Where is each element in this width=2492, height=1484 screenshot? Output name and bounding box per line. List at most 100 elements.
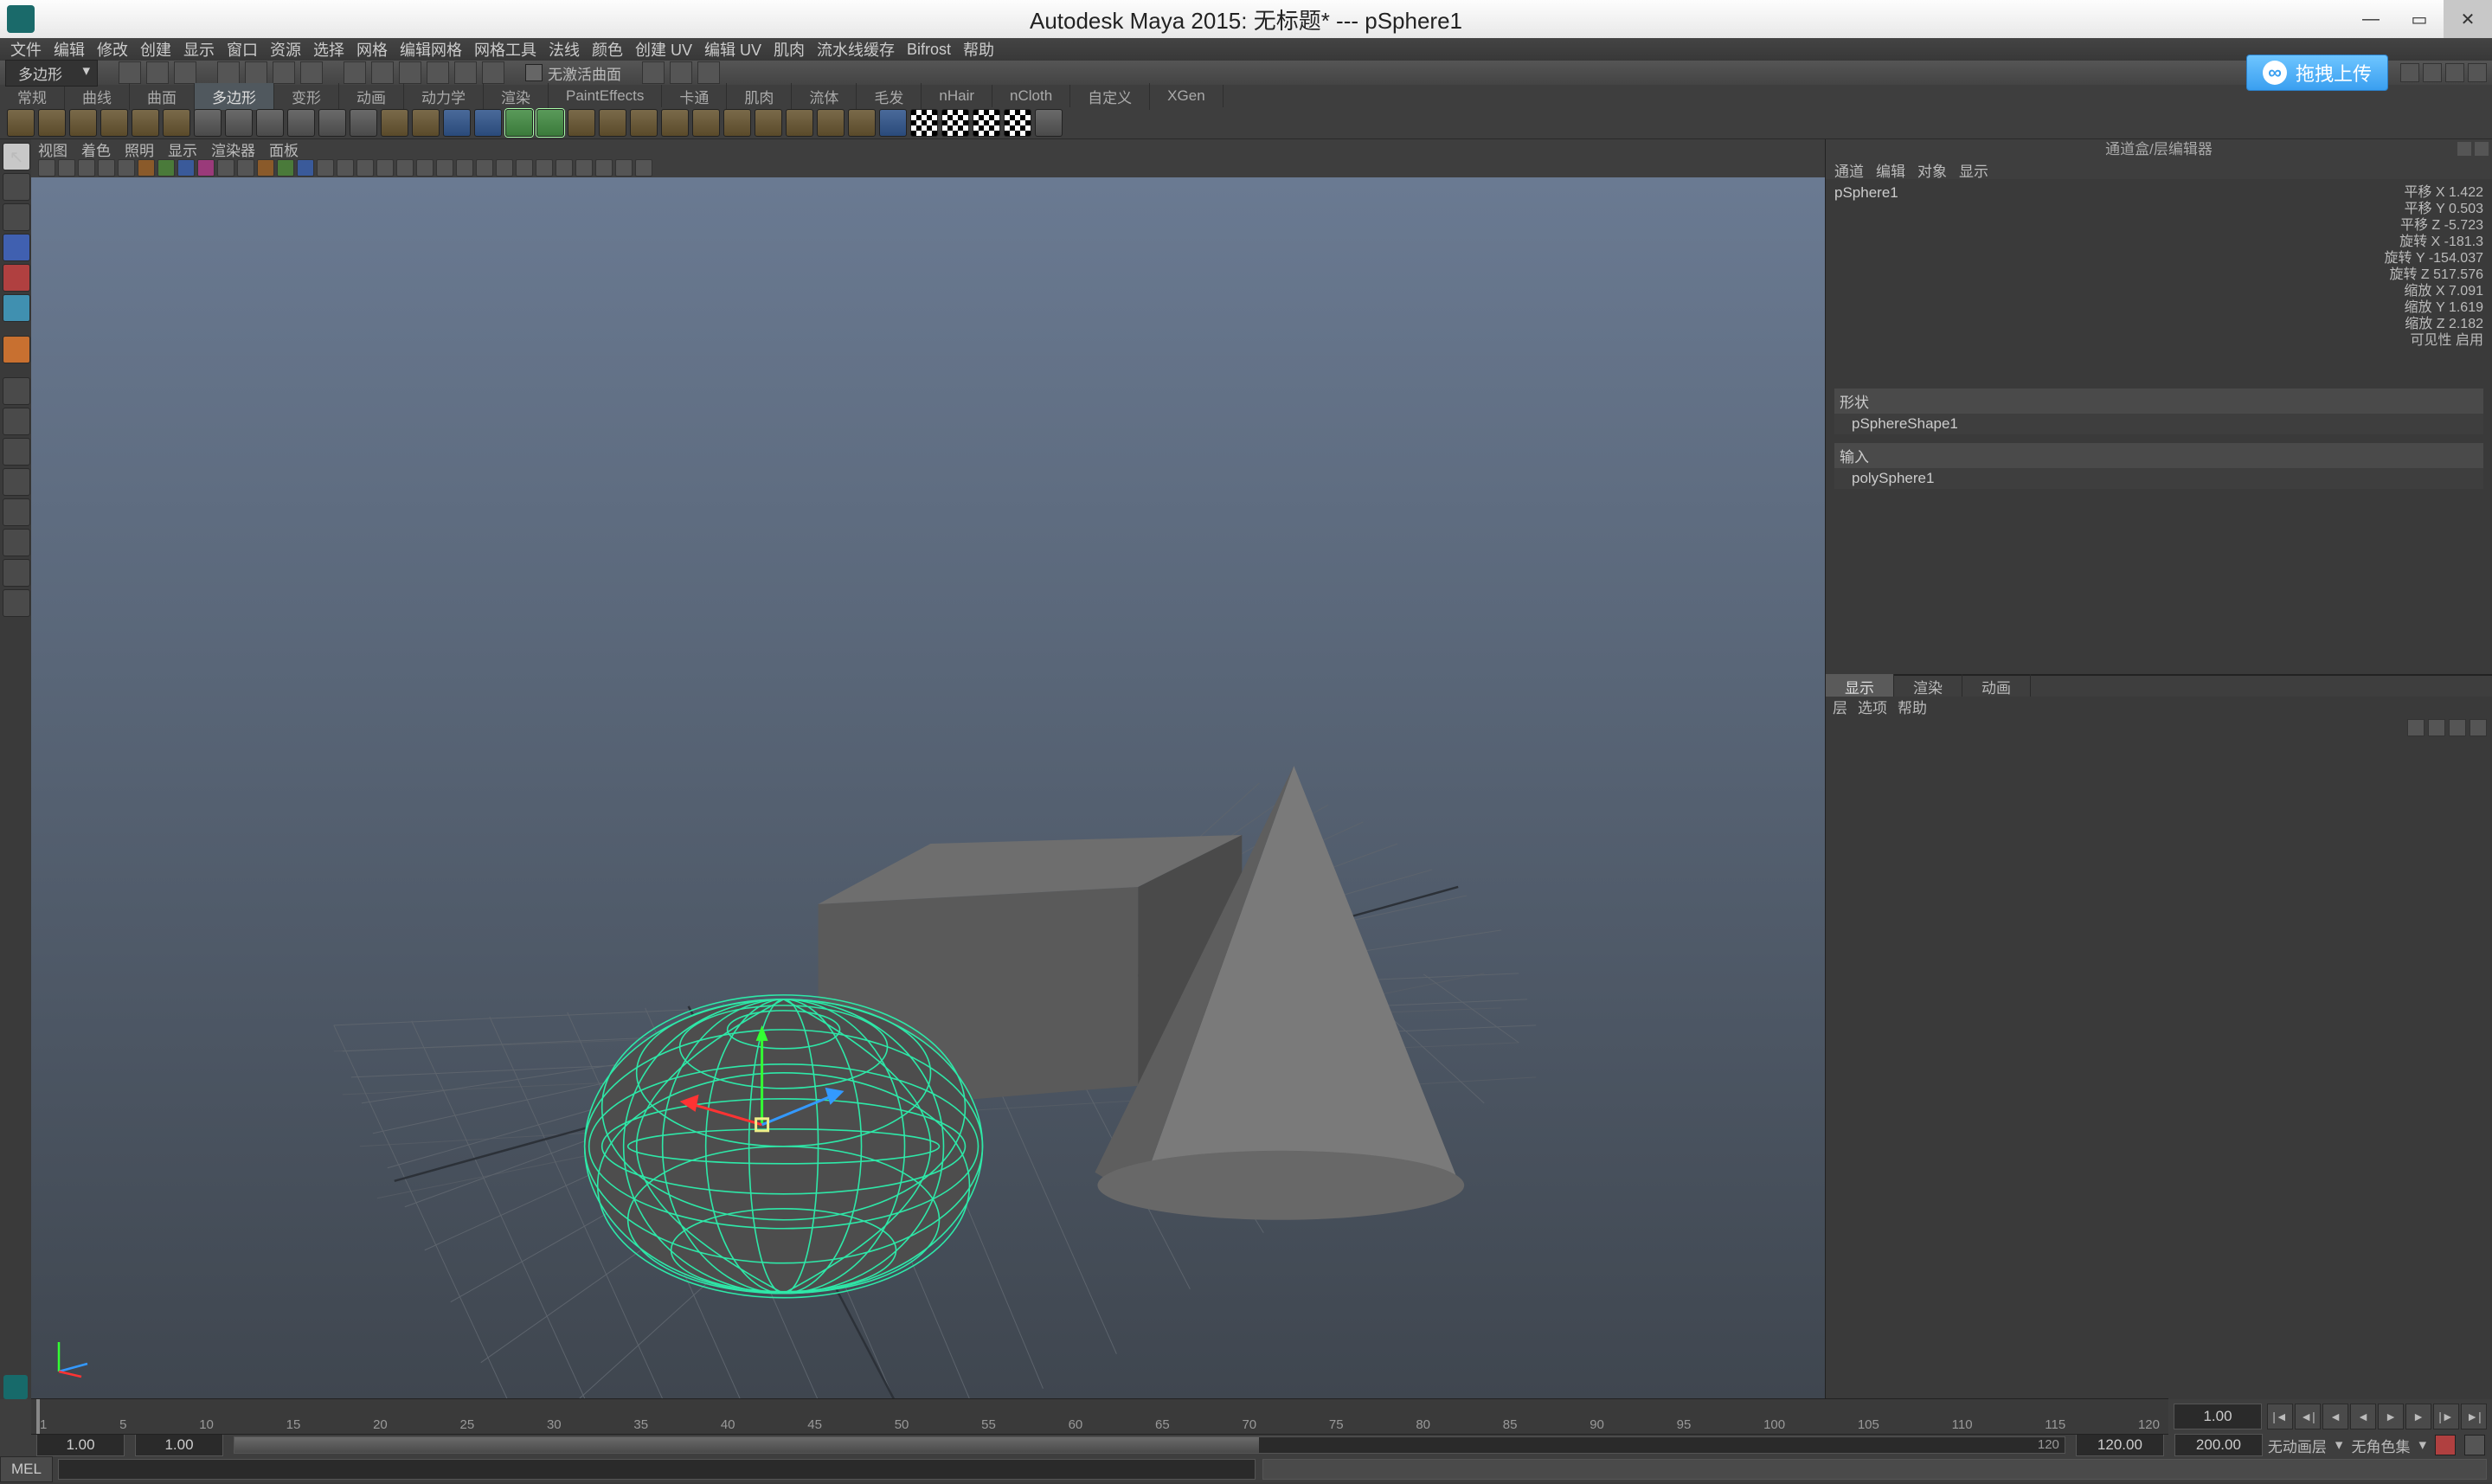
shelf-tab[interactable]: 卡通 bbox=[662, 83, 727, 110]
viewport-icon-button[interactable] bbox=[496, 159, 513, 177]
range-in-field[interactable]: 1.00 bbox=[135, 1434, 223, 1456]
shelf-button[interactable] bbox=[132, 109, 159, 137]
layer-menu-item[interactable]: 选项 bbox=[1858, 696, 1887, 717]
viewport-menu-item[interactable]: 视图 bbox=[38, 138, 67, 160]
menu-item[interactable]: 文件 bbox=[10, 38, 42, 61]
channel-attr-row[interactable]: 缩放 Z 2.182 bbox=[2385, 316, 2483, 332]
statusline-icon[interactable] bbox=[344, 61, 366, 84]
menu-item[interactable]: 创建 bbox=[140, 38, 171, 61]
viewport-menu-item[interactable]: 面板 bbox=[269, 138, 299, 160]
shelf-button[interactable] bbox=[381, 109, 408, 137]
menu-item[interactable]: 网格工具 bbox=[474, 38, 536, 61]
viewport-icon-button[interactable] bbox=[615, 159, 633, 177]
viewport-icon-button[interactable] bbox=[257, 159, 274, 177]
shelf-button[interactable] bbox=[755, 109, 782, 137]
channel-attr-row[interactable]: 旋转 Y -154.037 bbox=[2385, 250, 2483, 267]
shelf-tab[interactable]: 毛发 bbox=[857, 83, 922, 110]
statusline-icon[interactable] bbox=[399, 61, 421, 84]
shelf-button[interactable] bbox=[318, 109, 346, 137]
move-tool[interactable] bbox=[3, 234, 30, 261]
statusline-icon[interactable] bbox=[273, 61, 295, 84]
shelf-button[interactable] bbox=[350, 109, 377, 137]
layout-four[interactable] bbox=[3, 408, 30, 435]
viewport-icon-button[interactable] bbox=[416, 159, 434, 177]
layer-tool-icon[interactable] bbox=[2449, 719, 2466, 736]
statusline-icon[interactable] bbox=[697, 61, 720, 84]
select-tool[interactable]: ↖ bbox=[3, 143, 30, 170]
shelf-button[interactable] bbox=[536, 109, 564, 137]
step-forward-button[interactable]: ► bbox=[2405, 1404, 2431, 1429]
statusline-icon[interactable] bbox=[454, 61, 477, 84]
shelf-button[interactable] bbox=[910, 109, 938, 137]
shelf-button[interactable] bbox=[69, 109, 97, 137]
layout-two-stack[interactable] bbox=[3, 468, 30, 496]
shelf-tab[interactable]: XGen bbox=[1150, 85, 1223, 107]
statusline-icon[interactable] bbox=[482, 61, 504, 84]
viewport-icon-button[interactable] bbox=[78, 159, 95, 177]
statusline-icon[interactable] bbox=[670, 61, 692, 84]
viewport-icon-button[interactable] bbox=[337, 159, 354, 177]
channel-attr-row[interactable]: 缩放 Y 1.619 bbox=[2385, 299, 2483, 316]
layout-hypershade[interactable] bbox=[3, 559, 30, 587]
viewport-icon-button[interactable] bbox=[217, 159, 234, 177]
statusline-icon[interactable] bbox=[245, 61, 267, 84]
panel-close-icon[interactable] bbox=[2475, 142, 2489, 156]
viewport-icon-button[interactable] bbox=[436, 159, 453, 177]
shelf-button[interactable] bbox=[505, 109, 533, 137]
channel-attr-row[interactable]: 可见性 启用 bbox=[2385, 332, 2483, 349]
channel-attr-row[interactable]: 平移 Y 0.503 bbox=[2385, 201, 2483, 217]
channel-attr-row[interactable]: 缩放 X 7.091 bbox=[2385, 283, 2483, 299]
channel-attr-row[interactable]: 旋转 X -181.3 bbox=[2385, 234, 2483, 250]
shelf-button[interactable] bbox=[848, 109, 876, 137]
shelf-button[interactable] bbox=[1004, 109, 1031, 137]
viewport-icon-button[interactable] bbox=[157, 159, 175, 177]
shelf-tab[interactable]: 曲线 bbox=[65, 83, 130, 110]
shelf-button[interactable] bbox=[443, 109, 471, 137]
menu-item[interactable]: 修改 bbox=[97, 38, 128, 61]
current-frame-field[interactable]: 1.00 bbox=[2174, 1404, 2262, 1429]
shelf-button[interactable] bbox=[38, 109, 66, 137]
shelf-button[interactable] bbox=[786, 109, 813, 137]
shelf-tab[interactable]: nCloth bbox=[992, 85, 1070, 107]
shelf-button[interactable] bbox=[194, 109, 222, 137]
shelf-button[interactable] bbox=[879, 109, 907, 137]
shelf-tab[interactable]: 动画 bbox=[339, 83, 404, 110]
viewport-icon-button[interactable] bbox=[575, 159, 593, 177]
mini-icon[interactable] bbox=[2468, 63, 2487, 82]
shelf-button[interactable] bbox=[973, 109, 1000, 137]
statusline-icon[interactable] bbox=[427, 61, 449, 84]
character-set-dropdown[interactable]: 无角色集 bbox=[2351, 1435, 2410, 1456]
menu-item[interactable]: 肌肉 bbox=[774, 38, 805, 61]
step-forward-key-button[interactable]: |► bbox=[2433, 1404, 2459, 1429]
shelf-button[interactable] bbox=[723, 109, 751, 137]
shelf-button[interactable] bbox=[100, 109, 128, 137]
menu-item[interactable]: 法线 bbox=[549, 38, 580, 61]
shelf-tab[interactable]: 肌肉 bbox=[727, 83, 792, 110]
viewport-icon-button[interactable] bbox=[376, 159, 394, 177]
viewport-icon-button[interactable] bbox=[456, 159, 473, 177]
viewport-icon-button[interactable] bbox=[297, 159, 314, 177]
viewport-menu-item[interactable]: 渲染器 bbox=[211, 138, 255, 160]
channel-attr-row[interactable]: 平移 X 1.422 bbox=[2385, 184, 2483, 201]
layout-single[interactable] bbox=[3, 377, 30, 405]
statusline-icon[interactable] bbox=[119, 61, 141, 84]
range-start-field[interactable]: 1.00 bbox=[36, 1434, 125, 1456]
upload-button[interactable]: ∞ 拖拽上传 bbox=[2246, 55, 2388, 91]
shelf-button[interactable] bbox=[163, 109, 190, 137]
layout-persp-outliner[interactable] bbox=[3, 498, 30, 526]
range-out-field[interactable]: 120.00 bbox=[2076, 1434, 2164, 1456]
go-start-button[interactable]: |◄ bbox=[2267, 1404, 2293, 1429]
viewport-menu-item[interactable]: 照明 bbox=[125, 138, 154, 160]
viewport-icon-button[interactable] bbox=[197, 159, 215, 177]
shelf-button[interactable] bbox=[941, 109, 969, 137]
paint-select-tool[interactable] bbox=[3, 203, 30, 231]
current-frame-marker[interactable] bbox=[36, 1399, 40, 1434]
shelf-button[interactable] bbox=[256, 109, 284, 137]
live-surface-checkbox[interactable] bbox=[525, 64, 543, 81]
viewport-menu-item[interactable]: 着色 bbox=[81, 138, 111, 160]
anim-layer-dropdown[interactable]: 无动画层 bbox=[2268, 1435, 2327, 1456]
step-back-key-button[interactable]: ◄| bbox=[2295, 1404, 2321, 1429]
play-back-button[interactable]: ◄ bbox=[2350, 1404, 2376, 1429]
viewport-icon-button[interactable] bbox=[635, 159, 652, 177]
layer-tool-icon[interactable] bbox=[2407, 719, 2425, 736]
